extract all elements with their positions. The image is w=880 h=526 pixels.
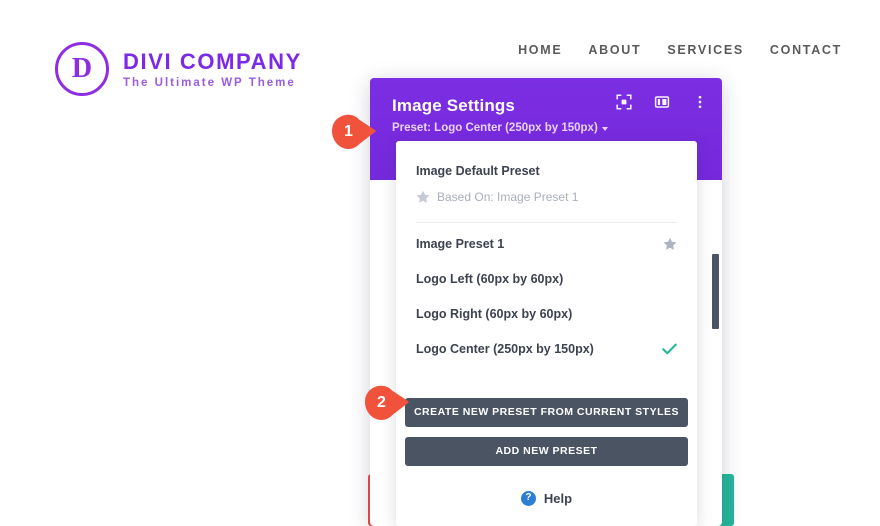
more-options-icon[interactable] [692, 94, 708, 110]
brand-mark-circle-icon: D [55, 42, 109, 96]
image-settings-modal: Image Settings Preset: Logo Center (250p… [370, 78, 722, 526]
default-preset-title: Image Default Preset [416, 164, 540, 178]
main-navigation: HOME ABOUT SERVICES CONTACT [518, 43, 842, 57]
screenshot-root: D DIVI COMPANY The Ultimate WP Theme HOM… [0, 0, 880, 526]
create-new-preset-from-current-styles-button[interactable]: CREATE NEW PRESET FROM CURRENT STYLES [405, 398, 688, 427]
help-link[interactable]: ? Help [405, 470, 688, 526]
brand-logo[interactable]: D DIVI COMPANY The Ultimate WP Theme [55, 42, 302, 96]
nav-item-services[interactable]: SERVICES [667, 43, 744, 57]
dropdown-actions: CREATE NEW PRESET FROM CURRENT STYLES AD… [396, 398, 697, 526]
default-preset-based-on-label: Based On: Image Preset 1 [437, 189, 579, 204]
preset-item-image-preset-1[interactable]: Image Preset 1 [396, 227, 697, 262]
preset-dropdown-panel: Image Default Preset Based On: Image Pre… [396, 141, 697, 526]
expand-icon[interactable] [616, 94, 632, 110]
nav-item-home[interactable]: HOME [518, 43, 562, 57]
modal-scrollbar-track[interactable] [707, 182, 719, 522]
preset-list: Image Preset 1 Logo Left (60px by 60px) … [396, 223, 697, 367]
nav-item-about[interactable]: ABOUT [588, 43, 641, 57]
checkmark-icon [662, 343, 677, 355]
preset-selector-label: Preset: Logo Center (250px by 150px) [392, 122, 598, 134]
brand-subtitle: The Ultimate WP Theme [123, 77, 296, 90]
question-mark-icon: ? [520, 490, 536, 506]
preset-item-logo-center[interactable]: Logo Center (250px by 150px) [396, 332, 697, 367]
brand-title: DIVI COMPANY [123, 48, 302, 74]
default-preset-section[interactable]: Image Default Preset Based On: Image Pre… [396, 141, 697, 204]
callout-marker-1: 1 [331, 114, 377, 150]
chevron-down-icon [601, 127, 608, 131]
modal-scrollbar-thumb[interactable] [712, 254, 719, 329]
modal-header-icons [616, 94, 708, 110]
preset-item-label: Logo Center (250px by 150px) [416, 342, 594, 356]
nav-item-contact[interactable]: CONTACT [770, 43, 842, 57]
default-preset-based-on: Based On: Image Preset 1 [416, 190, 677, 204]
preset-item-label: Logo Right (60px by 60px) [416, 307, 573, 321]
brand-mark-letter: D [71, 53, 93, 84]
preset-item-logo-left[interactable]: Logo Left (60px by 60px) [396, 262, 697, 297]
star-icon [416, 190, 430, 203]
preset-item-label: Logo Left (60px by 60px) [416, 272, 564, 286]
preset-selector[interactable]: Preset: Logo Center (250px by 150px) [392, 122, 608, 134]
callout-marker-2: 2 [364, 385, 410, 421]
callout-pin-shape [365, 385, 409, 420]
modal-title: Image Settings [392, 96, 516, 115]
help-label: Help [543, 490, 573, 506]
callout-pin-shape [332, 114, 376, 149]
preset-item-logo-right[interactable]: Logo Right (60px by 60px) [396, 297, 697, 332]
preset-item-label: Image Preset 1 [416, 237, 505, 251]
layout-columns-icon[interactable] [654, 94, 670, 110]
add-new-preset-button[interactable]: ADD NEW PRESET [405, 437, 688, 466]
brand-text: DIVI COMPANY The Ultimate WP Theme [123, 47, 302, 91]
star-icon[interactable] [663, 237, 677, 251]
